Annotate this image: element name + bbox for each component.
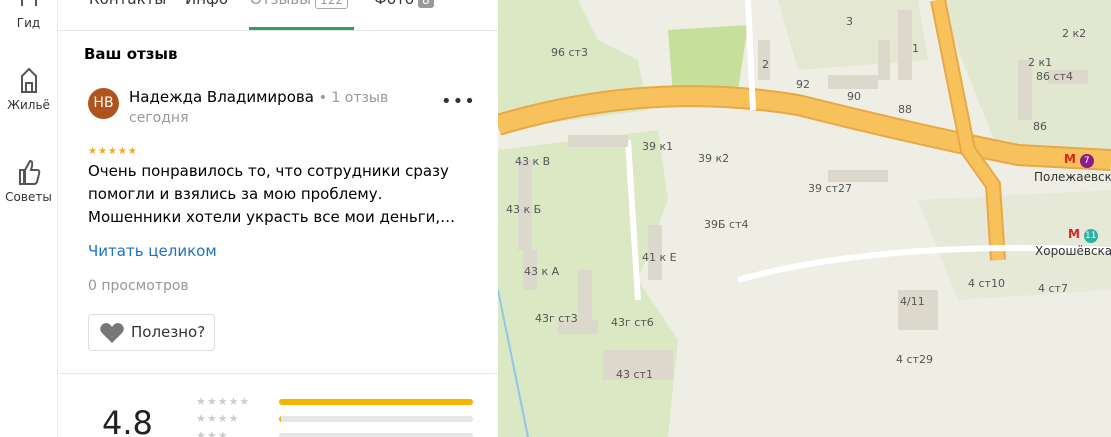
map-label: 3 bbox=[846, 15, 853, 28]
useful-button[interactable]: Полезно? bbox=[88, 314, 215, 351]
rail-item-guide[interactable]: Гид bbox=[0, 0, 57, 30]
more-options-icon[interactable]: ••• bbox=[441, 91, 476, 112]
rail-item-housing[interactable]: Жильё bbox=[0, 66, 57, 112]
metro-icon: M bbox=[1064, 152, 1076, 166]
useful-label: Полезно? bbox=[131, 323, 206, 341]
map-label: 39Б ст4 bbox=[704, 218, 749, 231]
metro-station-label[interactable]: Хорошёвская bbox=[1035, 244, 1111, 258]
map-label: 2 к1 bbox=[1028, 56, 1053, 69]
divider bbox=[58, 373, 498, 374]
rail-item-label: Жильё bbox=[7, 98, 50, 112]
map[interactable]: 96 ст3 2 92 90 88 1 3 2 к1 2 к2 86 ст4 8… bbox=[498, 0, 1111, 437]
rating-row-stars: ★★★★ bbox=[196, 412, 240, 425]
review-stars: ★★★★★ bbox=[88, 146, 138, 157]
place-panel: Контакты Инфо Отзывы122 Фото8 Ваш отзыв … bbox=[58, 0, 498, 437]
map-canvas bbox=[498, 0, 1111, 437]
map-label: 43 к А bbox=[524, 265, 560, 278]
rating-bar bbox=[279, 399, 473, 405]
left-rail: Гид Жильё Советы bbox=[0, 0, 58, 437]
map-label: 90 bbox=[847, 90, 861, 103]
map-label: 4 ст7 bbox=[1038, 282, 1068, 295]
map-label: 4 ст29 bbox=[896, 353, 933, 366]
tab-label: Фото bbox=[374, 0, 414, 8]
thumbs-up-icon bbox=[18, 159, 40, 185]
map-label: 4 ст10 bbox=[968, 277, 1005, 290]
map-label: 96 ст3 bbox=[551, 46, 588, 59]
map-label: 43г ст6 bbox=[611, 316, 654, 329]
rating-row-stars: ★★★ bbox=[196, 429, 229, 437]
rail-item-label: Гид bbox=[16, 16, 41, 30]
tab-bar: Контакты Инфо Отзывы 122 Фото 8 bbox=[58, 0, 498, 31]
map-label: 88 bbox=[898, 103, 912, 116]
review-author: Надежда Владимирова • 1 отзыв bbox=[129, 88, 388, 106]
metro-station-khoroshevskaya[interactable]: M 11 bbox=[1068, 227, 1098, 243]
guide-icon bbox=[20, 0, 37, 6]
rating-row-stars: ★★★★★ bbox=[196, 395, 251, 408]
heart-icon bbox=[100, 323, 124, 343]
map-label: 1 bbox=[912, 42, 919, 55]
rating-value: 4.8 bbox=[102, 404, 153, 437]
tab-info[interactable]: Инфо bbox=[185, 0, 228, 8]
map-label: 39 к2 bbox=[698, 152, 730, 165]
tab-contacts[interactable]: Контакты bbox=[89, 0, 166, 8]
review-text: Очень понравилось то, что сотрудники сра… bbox=[88, 162, 456, 226]
map-label: 43г ст3 bbox=[535, 312, 578, 325]
tab-label: Инфо bbox=[185, 0, 228, 8]
author-name[interactable]: Надежда Владимирова bbox=[129, 88, 314, 106]
tab-badge: 122 bbox=[315, 0, 348, 9]
metro-station-label[interactable]: Полежаевская bbox=[1034, 170, 1111, 184]
rail-item-label: Советы bbox=[5, 190, 52, 204]
author-separator-dot: • bbox=[318, 90, 332, 106]
map-label: 2 к2 bbox=[1062, 27, 1087, 40]
map-label: 43 к В bbox=[515, 155, 551, 168]
active-tab-indicator bbox=[249, 27, 354, 30]
read-more-link[interactable]: Читать целиком bbox=[88, 242, 217, 260]
rating-bar bbox=[279, 416, 473, 422]
section-title: Ваш отзыв bbox=[84, 45, 178, 63]
map-label: 92 bbox=[796, 78, 810, 91]
metro-line-badge: 11 bbox=[1083, 229, 1098, 243]
rating-bar-fill bbox=[279, 399, 473, 405]
map-label: 43 к Б bbox=[506, 203, 542, 216]
review-date: сегодня bbox=[129, 110, 189, 126]
map-label: 86 ст4 bbox=[1036, 70, 1073, 83]
tab-label: Контакты bbox=[89, 0, 166, 8]
avatar[interactable]: НВ bbox=[88, 88, 119, 119]
tab-badge: 8 bbox=[418, 0, 434, 8]
map-label: 43 ст1 bbox=[616, 368, 653, 381]
map-label: 2 bbox=[762, 58, 769, 71]
author-review-count[interactable]: 1 отзыв bbox=[331, 90, 388, 106]
map-label: 39 к1 bbox=[642, 140, 674, 153]
map-label: 41 к Е bbox=[642, 251, 677, 264]
tab-reviews[interactable]: Отзывы 122 bbox=[250, 0, 348, 9]
map-label: 4/11 bbox=[900, 295, 925, 308]
rating-bar-fill bbox=[279, 416, 281, 422]
views-count: 0 просмотров bbox=[88, 278, 189, 294]
map-label: 39 ст27 bbox=[808, 182, 852, 195]
metro-icon: M bbox=[1068, 227, 1080, 241]
housing-icon bbox=[20, 67, 37, 93]
rail-item-tips[interactable]: Советы bbox=[0, 158, 57, 204]
rating-bar bbox=[279, 433, 473, 437]
tab-photos[interactable]: Фото 8 bbox=[374, 0, 434, 8]
tab-label: Отзывы bbox=[250, 0, 311, 8]
map-label: 86 bbox=[1033, 120, 1047, 133]
metro-station-polezhaevskaya[interactable]: M 7 bbox=[1064, 152, 1094, 168]
metro-line-badge: 7 bbox=[1079, 154, 1094, 168]
